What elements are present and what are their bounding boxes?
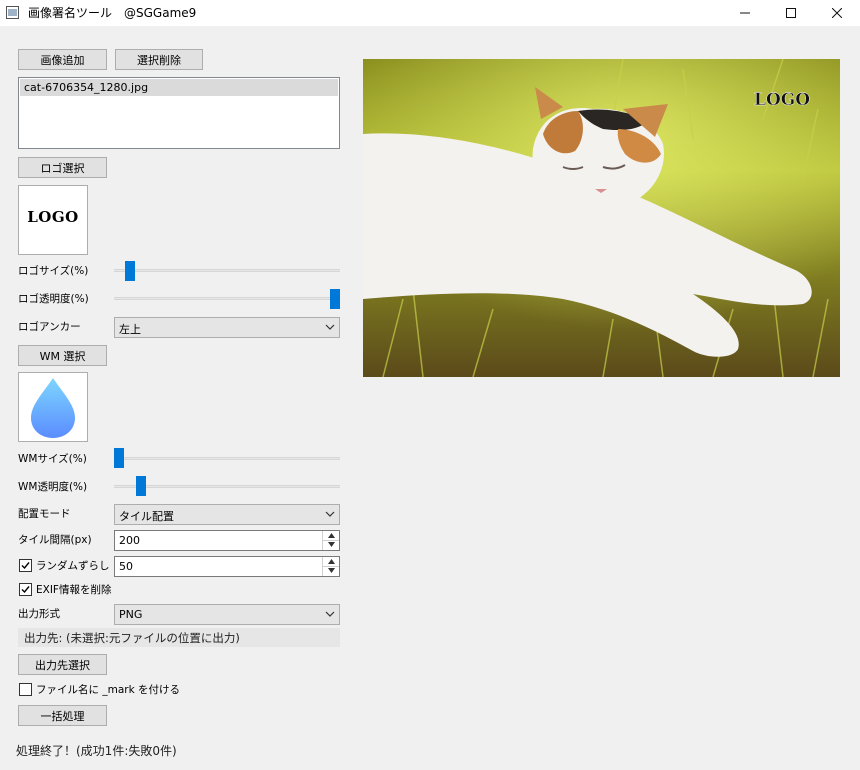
minimize-button[interactable] bbox=[722, 0, 768, 26]
wm-size-label: WMサイズ(%) bbox=[18, 453, 87, 465]
file-list[interactable]: cat-6706354_1280.jpg bbox=[18, 77, 340, 149]
check-icon bbox=[21, 586, 30, 594]
wm-preview bbox=[18, 372, 88, 442]
logo-overlay: LOGO bbox=[754, 90, 810, 110]
tile-gap-label: タイル間隔(px) bbox=[18, 534, 92, 546]
wm-opacity-slider[interactable] bbox=[114, 485, 340, 488]
chevron-down-icon bbox=[325, 324, 335, 330]
check-icon bbox=[21, 562, 30, 570]
logo-size-slider[interactable] bbox=[114, 269, 340, 272]
app-icon bbox=[6, 6, 19, 19]
placement-mode-value: タイル配置 bbox=[119, 510, 174, 523]
spin-down-button[interactable] bbox=[323, 540, 339, 549]
random-offset-stepper bbox=[322, 557, 339, 576]
tile-gap-stepper bbox=[322, 531, 339, 550]
window-title: 画像署名ツール @SGGame9 bbox=[28, 6, 197, 20]
logo-opacity-slider[interactable] bbox=[114, 297, 340, 300]
wm-size-slider[interactable] bbox=[114, 457, 340, 460]
output-format-select[interactable]: PNG bbox=[114, 604, 340, 625]
caret-up-icon bbox=[327, 533, 335, 538]
logo-preview: LOGO bbox=[18, 185, 88, 255]
caret-up-icon bbox=[327, 559, 335, 564]
placement-mode-label: 配置モード bbox=[18, 508, 71, 520]
add-suffix-checkbox[interactable] bbox=[19, 683, 32, 696]
remove-selected-button[interactable]: 選択削除 bbox=[115, 49, 203, 70]
select-output-button[interactable]: 出力先選択 bbox=[18, 654, 107, 675]
add-suffix-label: ファイル名に _mark を付ける bbox=[36, 684, 180, 696]
cat-photo: LOGO bbox=[363, 59, 840, 377]
random-offset-label: ランダムずらし bbox=[36, 560, 110, 572]
add-image-button[interactable]: 画像追加 bbox=[18, 49, 107, 70]
close-button[interactable] bbox=[814, 0, 860, 26]
maximize-icon bbox=[786, 8, 796, 18]
logo-size-slider-thumb[interactable] bbox=[124, 261, 135, 281]
random-offset-spinbox[interactable]: 50 bbox=[114, 556, 340, 577]
remove-exif-checkbox[interactable] bbox=[19, 583, 32, 596]
logo-anchor-label: ロゴアンカー bbox=[18, 321, 81, 333]
tile-gap-value: 200 bbox=[119, 534, 140, 547]
preview-image: LOGO bbox=[363, 59, 840, 377]
logo-anchor-select[interactable]: 左上 bbox=[114, 317, 340, 338]
output-format-value: PNG bbox=[119, 608, 143, 621]
select-logo-button[interactable]: ロゴ選択 bbox=[18, 157, 107, 178]
output-format-label: 出力形式 bbox=[18, 608, 60, 620]
logo-opacity-slider-thumb[interactable] bbox=[330, 289, 340, 309]
title-bar: 画像署名ツール @SGGame9 bbox=[0, 0, 860, 26]
output-path-text: 出力先: (未選択:元ファイルの位置に出力) bbox=[24, 631, 240, 645]
status-bar: 処理終了！(成功1件:失敗0件) bbox=[0, 740, 860, 770]
logo-opacity-label: ロゴ透明度(%) bbox=[18, 293, 89, 305]
caret-down-icon bbox=[327, 542, 335, 547]
logo-preview-text: LOGO bbox=[27, 208, 79, 226]
chevron-down-icon bbox=[325, 511, 335, 517]
chevron-down-icon bbox=[325, 611, 335, 617]
logo-size-label: ロゴサイズ(%) bbox=[18, 265, 89, 277]
minimize-icon bbox=[740, 12, 750, 14]
status-text: 処理終了！(成功1件:失敗0件) bbox=[16, 744, 177, 758]
close-icon bbox=[832, 8, 842, 18]
random-offset-checkbox[interactable] bbox=[19, 559, 32, 572]
water-drop-icon bbox=[31, 378, 75, 438]
random-offset-value: 50 bbox=[119, 560, 133, 573]
select-wm-button[interactable]: WM 選択 bbox=[18, 345, 107, 366]
wm-opacity-label: WM透明度(%) bbox=[18, 481, 88, 493]
wm-opacity-slider-thumb[interactable] bbox=[135, 476, 146, 496]
placement-mode-select[interactable]: タイル配置 bbox=[114, 504, 340, 525]
wm-size-slider-thumb[interactable] bbox=[114, 448, 124, 468]
batch-process-button[interactable]: 一括処理 bbox=[18, 705, 107, 726]
caret-down-icon bbox=[327, 568, 335, 573]
spin-down-button[interactable] bbox=[323, 566, 339, 575]
list-item[interactable]: cat-6706354_1280.jpg bbox=[20, 79, 338, 96]
output-path: 出力先: (未選択:元ファイルの位置に出力) bbox=[18, 628, 340, 647]
maximize-button[interactable] bbox=[768, 0, 814, 26]
logo-anchor-value: 左上 bbox=[119, 323, 141, 336]
remove-exif-label: EXIF情報を削除 bbox=[36, 584, 112, 596]
tile-gap-spinbox[interactable]: 200 bbox=[114, 530, 340, 551]
